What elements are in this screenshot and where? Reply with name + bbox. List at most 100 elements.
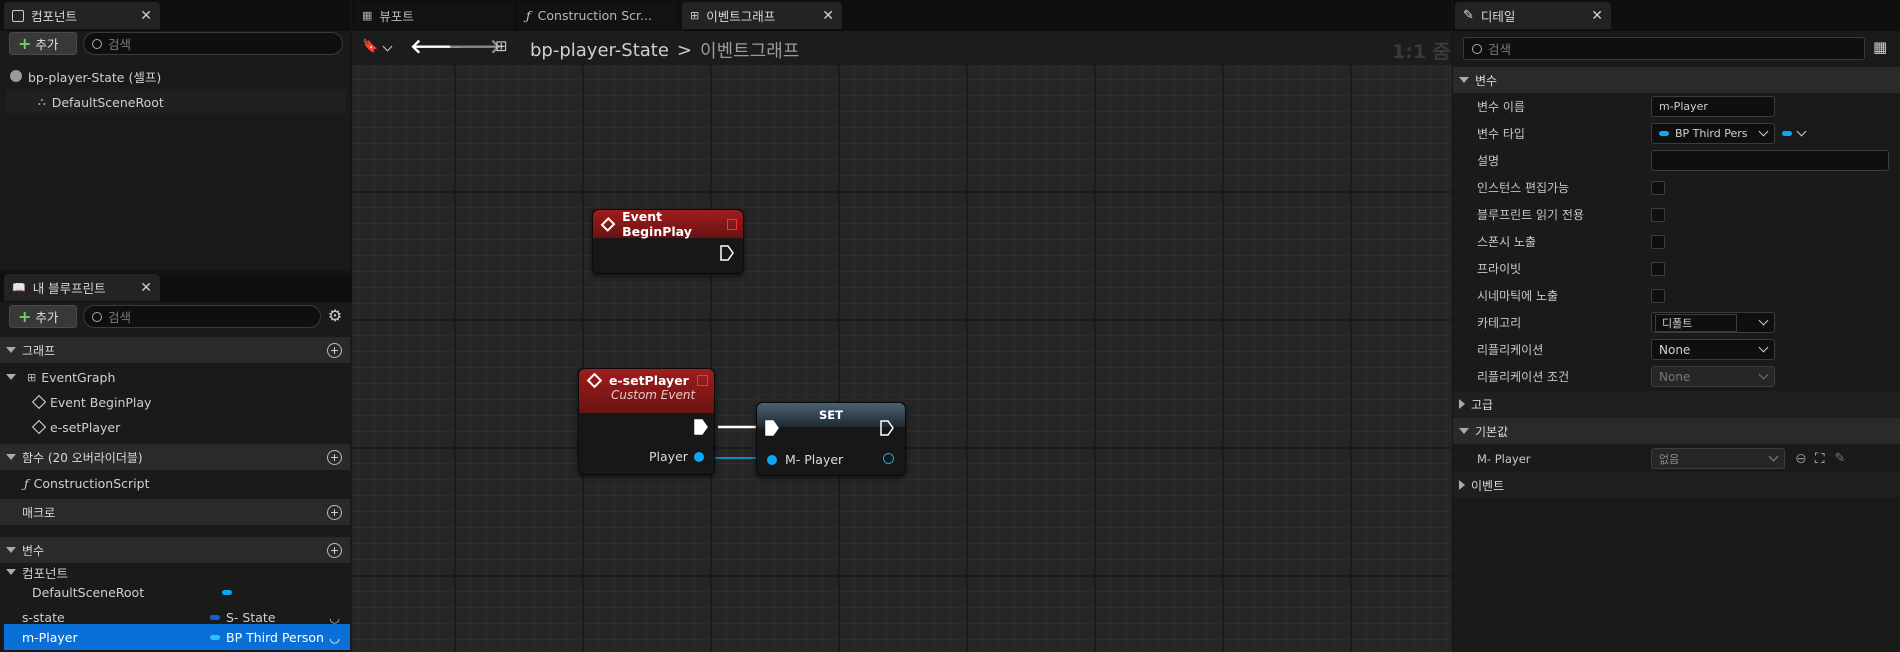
variables-section-header[interactable]: 변수 + bbox=[0, 537, 350, 563]
variable-row[interactable]: DefaultSceneRoot bbox=[0, 582, 350, 602]
var-type-dropdown[interactable]: BP Third Pers bbox=[1651, 123, 1775, 144]
expose-spawn-checkbox[interactable] bbox=[1651, 234, 1665, 249]
add-blueprint-item-button[interactable]: + 추가 bbox=[9, 305, 77, 328]
add-label: 추가 bbox=[35, 310, 59, 325]
category-dropdown[interactable]: 디폴트 bbox=[1651, 312, 1775, 333]
field-value: BP Third Pers bbox=[1675, 127, 1748, 140]
event-graph-label: EventGraph bbox=[41, 369, 116, 385]
advanced-section-header[interactable]: 고급 bbox=[1453, 391, 1900, 417]
plus-icon: + bbox=[18, 33, 32, 53]
graph-section-header[interactable]: 그래프 + bbox=[0, 337, 350, 363]
event-item-setplayer[interactable]: e-setPlayer bbox=[31, 417, 120, 437]
close-icon[interactable]: ✕ bbox=[140, 8, 152, 24]
events-section-header[interactable]: 이벤트 bbox=[1453, 472, 1900, 498]
event-item-label: Event BeginPlay bbox=[50, 394, 152, 410]
exec-out-pin[interactable] bbox=[720, 245, 734, 264]
node-subtitle: Custom Event bbox=[611, 388, 696, 402]
component-child-item[interactable]: ⛬ DefaultSceneRoot bbox=[6, 91, 346, 113]
eye-icon[interactable]: ◡ bbox=[329, 630, 340, 645]
exec-in-pin[interactable] bbox=[765, 420, 779, 439]
add-graph-icon[interactable]: + bbox=[327, 342, 342, 358]
browse-icon[interactable]: ⛶ bbox=[1815, 451, 1825, 467]
bp-readonly-checkbox[interactable] bbox=[1651, 207, 1665, 222]
details-search-input[interactable]: 검색 bbox=[1463, 37, 1865, 60]
exec-out-pin[interactable] bbox=[880, 420, 894, 439]
components-category[interactable]: 컴포넌트 bbox=[6, 563, 68, 581]
bookmark-icon[interactable]: 🔖 bbox=[362, 39, 393, 54]
component-root-label: bp-player-State (셀프) bbox=[28, 69, 162, 85]
table-view-icon[interactable]: ▦ bbox=[1873, 38, 1887, 56]
variable-name: m-Player bbox=[22, 629, 78, 645]
expose-cinematics-checkbox[interactable] bbox=[1651, 288, 1665, 303]
components-search-input[interactable]: 검색 bbox=[83, 32, 343, 55]
eyedropper-icon[interactable]: ✎ bbox=[1835, 451, 1846, 466]
node-header: e-setPlayer Custom Event bbox=[579, 369, 714, 413]
variable-section-header[interactable]: 변수 bbox=[1453, 67, 1900, 93]
chevron-down-icon[interactable] bbox=[1796, 126, 1807, 137]
components-icon bbox=[12, 9, 24, 22]
breadcrumb-current: 이벤트그래프 bbox=[700, 41, 800, 62]
tab-my-blueprint[interactable]: 📖 내 블루프린트 ✕ bbox=[4, 274, 160, 301]
default-value-section-header[interactable]: 기본값 bbox=[1453, 418, 1900, 444]
add-function-icon[interactable]: + bbox=[327, 449, 342, 465]
player-output-pin[interactable]: Player bbox=[649, 449, 704, 464]
expand-icon bbox=[6, 374, 16, 380]
node-e-setplayer[interactable]: e-setPlayer Custom Event Player bbox=[578, 368, 715, 475]
close-icon[interactable]: ✕ bbox=[1591, 8, 1603, 24]
use-selected-icon[interactable]: ⊖ bbox=[1795, 451, 1807, 467]
event-graph-item[interactable]: ⊞ EventGraph bbox=[6, 367, 115, 387]
components-category-label: 컴포넌트 bbox=[22, 565, 69, 581]
blueprint-search-input[interactable]: 검색 bbox=[83, 305, 321, 328]
breadcrumb: bp-player-State > 이벤트그래프 bbox=[530, 37, 799, 63]
tab-viewport[interactable]: ▦ 뷰포트 bbox=[354, 2, 514, 29]
graph-canvas[interactable]: Event BeginPlay e-setPlayer Custom Event… bbox=[352, 65, 1452, 652]
node-set[interactable]: SET M- Player bbox=[756, 402, 906, 476]
variable-row-selected[interactable]: m-Player BP Third Person ◡ bbox=[4, 624, 350, 650]
construction-script-item[interactable]: ƒ ConstructionScript bbox=[24, 473, 150, 493]
add-component-button[interactable]: + 추가 bbox=[9, 32, 77, 55]
forward-arrow-icon[interactable]: 🡒 bbox=[448, 34, 502, 58]
delegate-pin-icon[interactable] bbox=[727, 218, 737, 230]
close-icon[interactable]: ✕ bbox=[822, 8, 834, 24]
container-type-pill-icon[interactable] bbox=[1782, 131, 1792, 136]
tab-components[interactable]: 컴포넌트 ✕ bbox=[4, 2, 160, 29]
object-out-pin-icon[interactable] bbox=[883, 453, 894, 464]
type-pill-icon bbox=[210, 634, 220, 640]
default-value-dropdown[interactable]: 없음 bbox=[1651, 448, 1785, 469]
m-player-input-pin[interactable]: M- Player bbox=[767, 452, 843, 467]
plus-icon: + bbox=[18, 306, 32, 326]
rep-condition-dropdown[interactable]: None bbox=[1651, 366, 1775, 387]
exec-out-pin[interactable] bbox=[694, 419, 708, 438]
tab-event-graph[interactable]: ⊞ 이벤트그래프 ✕ bbox=[682, 2, 842, 29]
eye-icon[interactable]: ◡ bbox=[329, 610, 340, 625]
tab-construction-script[interactable]: ƒ Construction Scr... bbox=[518, 2, 678, 29]
construction-script-label: ConstructionScript bbox=[33, 475, 150, 491]
row-label: M- Player bbox=[1477, 451, 1531, 466]
breadcrumb-root[interactable]: bp-player-State bbox=[530, 40, 669, 61]
close-icon[interactable]: ✕ bbox=[140, 280, 152, 296]
variables-section-label: 변수 bbox=[22, 543, 45, 558]
add-macro-icon[interactable]: + bbox=[327, 504, 342, 520]
instance-editable-checkbox[interactable] bbox=[1651, 180, 1665, 195]
event-item-beginplay[interactable]: Event BeginPlay bbox=[31, 392, 152, 412]
graph-toolbar: 🔖 🡐 🡒 ⊞ bp-player-State > 이벤트그래프 1:1 줌 bbox=[352, 31, 1452, 65]
scene-root-icon: ⛬ bbox=[38, 95, 46, 108]
zoom-level: 1:1 줌 bbox=[1392, 41, 1451, 63]
tab-details[interactable]: ✎ 디테일 ✕ bbox=[1455, 2, 1611, 29]
search-placeholder: 검색 bbox=[108, 37, 132, 52]
expand-icon bbox=[1459, 428, 1469, 434]
component-root-item[interactable]: bp-player-State (셀프) bbox=[10, 66, 161, 86]
private-checkbox[interactable] bbox=[1651, 261, 1665, 276]
delegate-pin-icon[interactable] bbox=[697, 375, 708, 386]
events-section-label: 이벤트 bbox=[1471, 478, 1505, 493]
functions-section-header[interactable]: 함수 (20 오버라이더블) + bbox=[0, 444, 350, 470]
var-name-field[interactable]: m-Player bbox=[1651, 96, 1775, 117]
variable-type: BP Third Person bbox=[226, 629, 324, 645]
macros-section-header[interactable]: 매크로 + bbox=[0, 499, 350, 525]
replication-dropdown[interactable]: None bbox=[1651, 339, 1775, 360]
add-variable-icon[interactable]: + bbox=[327, 542, 342, 558]
node-event-beginplay[interactable]: Event BeginPlay bbox=[592, 209, 744, 274]
settings-gear-icon[interactable]: ⚙ bbox=[326, 307, 344, 325]
description-field[interactable] bbox=[1651, 150, 1889, 171]
function-icon: ƒ bbox=[24, 475, 29, 491]
